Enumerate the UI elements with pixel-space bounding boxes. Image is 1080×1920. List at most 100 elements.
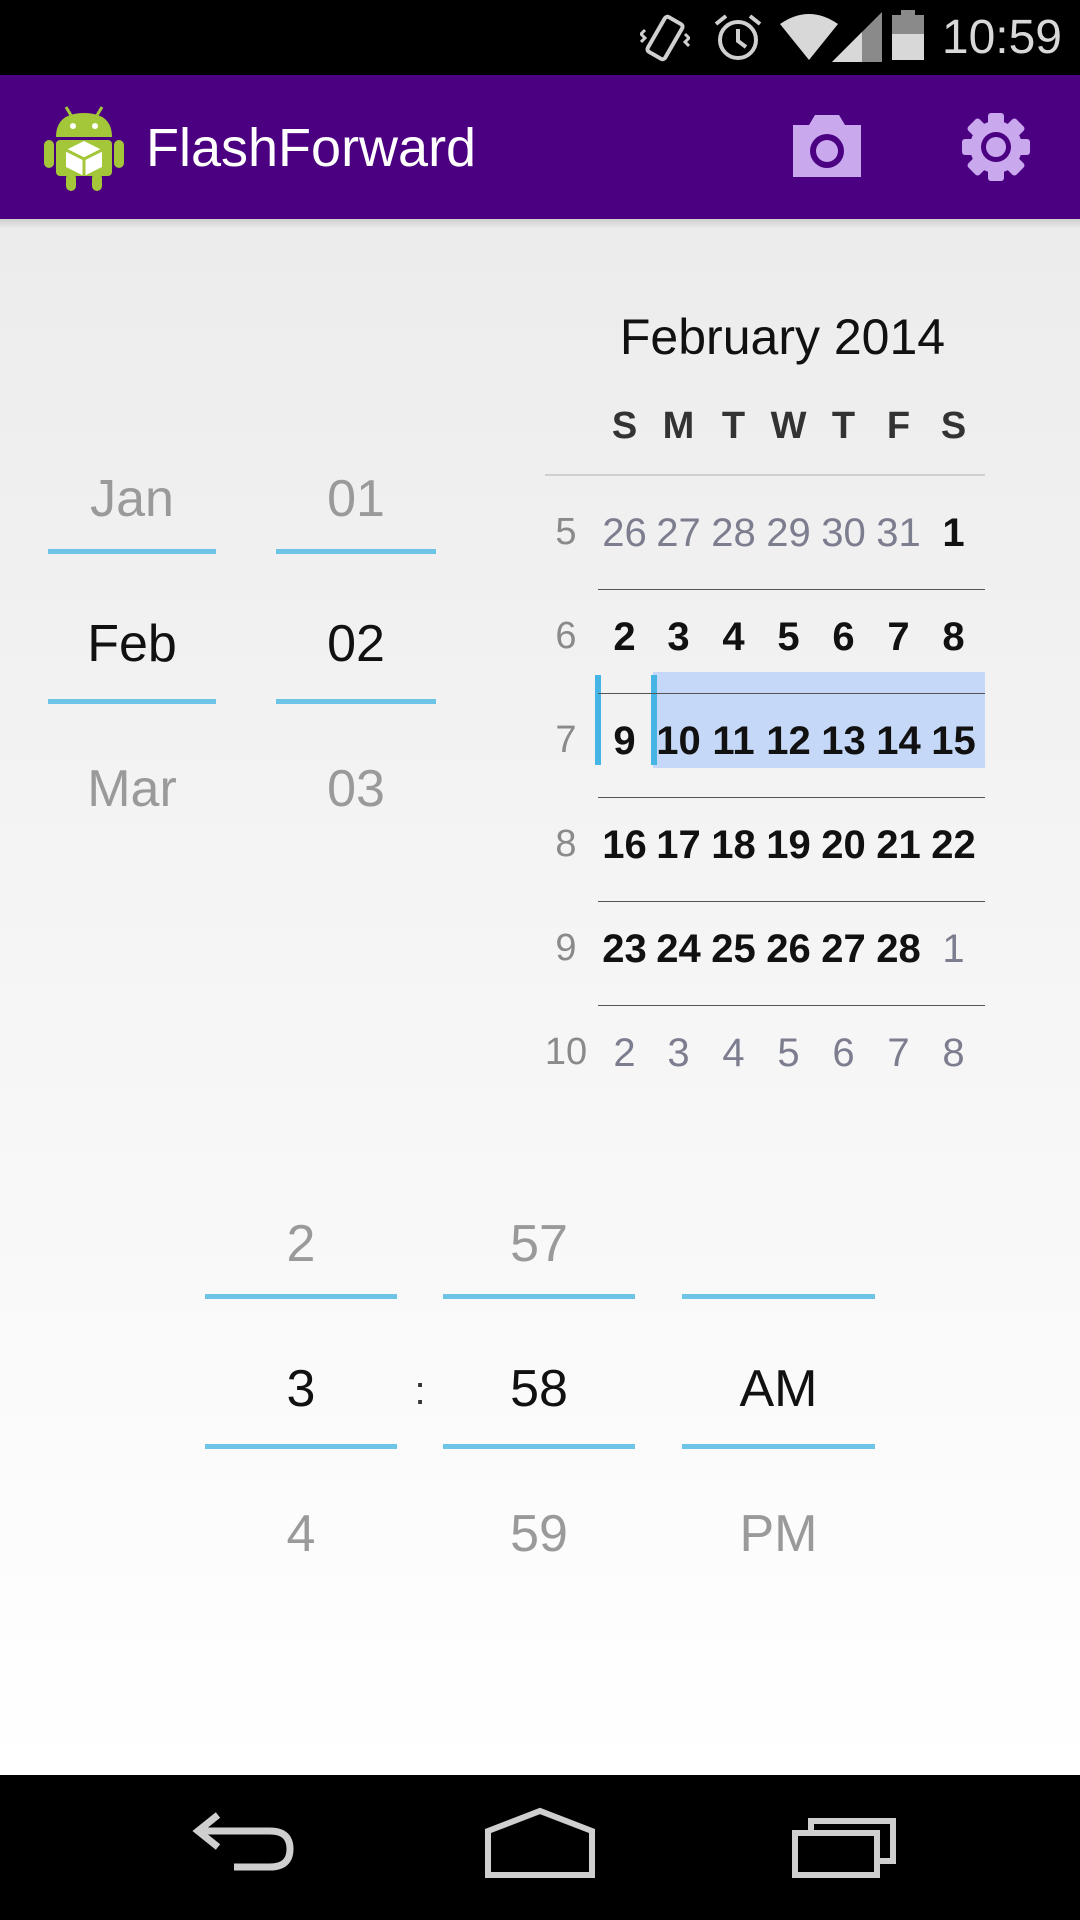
calendar-day[interactable]: 4: [706, 1031, 761, 1076]
calendar-day[interactable]: 2: [597, 1031, 652, 1076]
hour-divider-top: [205, 1294, 397, 1299]
calendar-title: February 2014: [619, 309, 946, 365]
minute-divider-bottom: [443, 1444, 635, 1449]
calendar-day[interactable]: 28: [706, 511, 761, 556]
day-next[interactable]: 03: [276, 754, 436, 824]
minute-prev[interactable]: 57: [443, 1209, 635, 1279]
calendar-weekday-header: F: [886, 405, 911, 447]
month-current[interactable]: Feb: [48, 609, 216, 679]
status-time: 10:59: [941, 11, 1062, 64]
recent-apps-button[interactable]: [775, 1795, 915, 1895]
day-picker[interactable]: 01 02 03: [276, 464, 436, 818]
calendar-day[interactable]: 26: [761, 927, 816, 972]
calendar-day[interactable]: 11: [706, 719, 761, 764]
calendar-day[interactable]: 5: [761, 615, 816, 660]
calendar-day[interactable]: 25: [706, 927, 761, 972]
calendar-day[interactable]: 17: [651, 823, 706, 868]
calendar-row-divider: [598, 693, 985, 694]
calendar-day[interactable]: 14: [871, 719, 926, 764]
signal-icon: [832, 12, 882, 62]
calendar-day[interactable]: 19: [761, 823, 816, 868]
calendar-weekday-header: M: [662, 405, 695, 447]
back-button[interactable]: [170, 1795, 310, 1895]
calendar-day[interactable]: 27: [651, 511, 706, 556]
calendar-day[interactable]: 31: [871, 511, 926, 556]
calendar-day[interactable]: 6: [816, 615, 871, 660]
day-current[interactable]: 02: [276, 609, 436, 679]
hour-current[interactable]: 3: [205, 1354, 397, 1424]
calendar-day[interactable]: 26: [597, 511, 652, 556]
minute-divider-top: [443, 1294, 635, 1299]
calendar-day[interactable]: 6: [816, 1031, 871, 1076]
app-logo-icon: [44, 106, 124, 191]
calendar-day[interactable]: 20: [816, 823, 871, 868]
hour-divider-bottom: [205, 1444, 397, 1449]
calendar-weekday-header: T: [721, 405, 746, 447]
calendar-weekday-header: T: [831, 405, 856, 447]
settings-icon: [962, 113, 1030, 181]
vibrate-icon: [640, 14, 690, 62]
hour-prev[interactable]: 2: [205, 1209, 397, 1279]
content-area: Jan Feb Mar 01 02 03 February 2014 SMTWT…: [0, 219, 1080, 1775]
calendar-week-number: 5: [555, 511, 577, 553]
ampm-next[interactable]: PM: [682, 1499, 875, 1569]
month-picker[interactable]: Jan Feb Mar: [48, 464, 216, 818]
minute-next[interactable]: 59: [443, 1499, 635, 1569]
camera-button[interactable]: [775, 95, 879, 199]
calendar-day[interactable]: 13: [816, 719, 871, 764]
calendar-day[interactable]: 23: [597, 927, 652, 972]
calendar-day[interactable]: 1: [926, 927, 981, 972]
calendar-weekday-header: S: [940, 405, 967, 447]
calendar-row-divider: [598, 589, 985, 590]
calendar-day[interactable]: 4: [706, 615, 761, 660]
calendar-row-divider: [598, 901, 985, 902]
calendar-day[interactable]: 12: [761, 719, 816, 764]
calendar-weekday-header: W: [770, 405, 807, 447]
calendar-day[interactable]: 8: [926, 615, 981, 660]
ampm-current[interactable]: AM: [682, 1354, 875, 1424]
ampm-picker[interactable]: AM PM: [682, 1209, 875, 1563]
calendar-day[interactable]: 29: [761, 511, 816, 556]
calendar-day[interactable]: 7: [871, 615, 926, 660]
calendar-day[interactable]: 1: [926, 511, 981, 556]
calendar-day[interactable]: 22: [926, 823, 981, 868]
hour-next[interactable]: 4: [205, 1499, 397, 1569]
calendar-day[interactable]: 9: [597, 719, 652, 764]
calendar-day[interactable]: 3: [651, 1031, 706, 1076]
wifi-icon: [780, 14, 838, 60]
ampm-divider-top: [682, 1294, 875, 1299]
day-prev[interactable]: 01: [276, 464, 436, 534]
action-bar: FlashForward: [0, 75, 1080, 219]
calendar-day[interactable]: 21: [871, 823, 926, 868]
back-icon: [192, 1812, 294, 1871]
calendar-row-divider: [598, 797, 985, 798]
settings-button[interactable]: [944, 95, 1048, 199]
calendar-day[interactable]: 30: [816, 511, 871, 556]
calendar-day[interactable]: 8: [926, 1031, 981, 1076]
month-divider-top: [48, 549, 216, 554]
calendar-day[interactable]: 16: [597, 823, 652, 868]
home-button[interactable]: [470, 1795, 610, 1895]
calendar-day[interactable]: 5: [761, 1031, 816, 1076]
calendar-day[interactable]: 15: [926, 719, 981, 764]
home-icon: [485, 1807, 595, 1878]
month-next[interactable]: Mar: [48, 754, 216, 824]
calendar-day[interactable]: 18: [706, 823, 761, 868]
calendar-day[interactable]: 24: [651, 927, 706, 972]
day-divider-bottom: [276, 699, 436, 704]
calendar-day[interactable]: 2: [597, 615, 652, 660]
month-prev[interactable]: Jan: [48, 464, 216, 534]
navigation-bar: [0, 1775, 1080, 1920]
calendar-week-number: 8: [555, 823, 577, 865]
calendar-week-number: 7: [555, 719, 577, 761]
hour-picker[interactable]: 2 3 4: [205, 1209, 397, 1563]
calendar-day[interactable]: 27: [816, 927, 871, 972]
ampm-divider-bottom: [682, 1444, 875, 1449]
calendar-day[interactable]: 10: [651, 719, 706, 764]
calendar-day[interactable]: 28: [871, 927, 926, 972]
calendar-day[interactable]: 3: [651, 615, 706, 660]
minute-picker[interactable]: 57 58 59: [443, 1209, 635, 1563]
minute-current[interactable]: 58: [443, 1354, 635, 1424]
calendar-day[interactable]: 7: [871, 1031, 926, 1076]
recent-apps-icon: [792, 1818, 896, 1878]
